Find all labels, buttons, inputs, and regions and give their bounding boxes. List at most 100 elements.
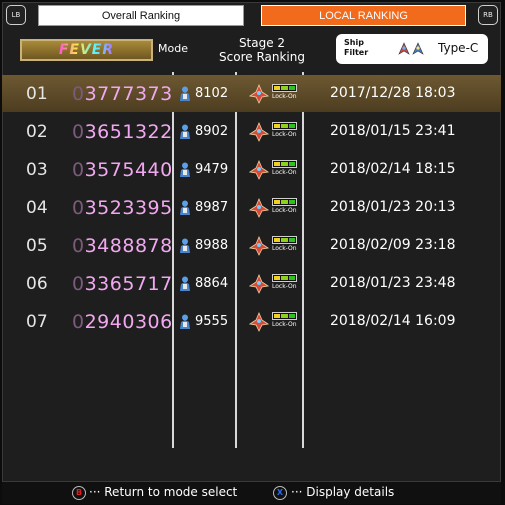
footer-hints: B ··· Return to mode select X ··· Displa… [2, 481, 501, 504]
score-leading-zero: 0 [72, 83, 85, 105]
ranking-row[interactable]: 06 03365717 8864 Lock-On 2018/01/23 23:4… [2, 265, 501, 302]
score-value: 03523395 [72, 197, 173, 219]
stage-line: Stage 2 [238, 36, 286, 50]
ship-filter-value: Type-C [438, 41, 479, 55]
record-date: 2018/02/14 16:09 [330, 313, 456, 329]
score-digits: 3575440 [84, 159, 173, 181]
score-leading-zero: 0 [72, 235, 85, 257]
rank-number: 04 [26, 198, 48, 218]
pilot-icon [180, 200, 190, 215]
record-date: 2018/01/23 20:13 [330, 199, 456, 215]
lockon-gauge [272, 198, 297, 206]
score-ranking-line: Score Ranking [219, 50, 305, 64]
lockon-label: Lock-On [272, 93, 297, 100]
score-value: 03575440 [72, 159, 173, 181]
mode-label: Mode [158, 42, 188, 55]
tab-overall-ranking[interactable]: Overall Ranking [38, 5, 244, 26]
lb-button[interactable]: LB [6, 5, 26, 25]
lockon-gauge [272, 274, 297, 282]
lockon-gauge [272, 236, 297, 244]
lockon-indicator: Lock-On [272, 160, 299, 180]
lockon-gauge [272, 160, 297, 168]
rb-button[interactable]: RB [478, 5, 498, 25]
score-leading-zero: 0 [72, 159, 85, 181]
ship-filter-icons [398, 42, 424, 55]
score-digits: 3777373 [84, 83, 173, 105]
pilot-number: 8864 [195, 276, 229, 291]
pilot-icon [180, 86, 190, 101]
pilot-icon [180, 276, 190, 291]
x-button-icon[interactable]: X [273, 486, 287, 500]
lockon-indicator: Lock-On [272, 312, 299, 332]
return-hint: ··· Return to mode select [89, 485, 238, 499]
ship-icon [249, 122, 269, 142]
ranking-list: 01 03777373 8102 Lock-On 2017/12/28 18:0… [2, 72, 501, 448]
score-digits: 3651322 [84, 121, 173, 143]
ship-icon [249, 312, 269, 332]
score-value: 02940306 [72, 311, 173, 333]
score-digits: 3488878 [84, 235, 173, 257]
score-leading-zero: 0 [72, 121, 85, 143]
pilot-number: 9479 [195, 162, 229, 177]
ranking-row[interactable]: 03 03575440 9479 Lock-On 2018/02/14 18:1… [2, 151, 501, 188]
pilot-icon [180, 238, 190, 253]
tab-local-ranking[interactable]: LOCAL RANKING [261, 5, 466, 26]
score-value: 03777373 [72, 83, 173, 105]
ship-icon [249, 84, 269, 104]
lockon-label: Lock-On [272, 207, 297, 214]
stage-title: Stage 2 Score Ranking [207, 36, 317, 64]
record-date: 2017/12/28 18:03 [330, 85, 456, 101]
record-date: 2018/01/15 23:41 [330, 123, 456, 139]
record-date: 2018/02/14 18:15 [330, 161, 456, 177]
rank-number: 07 [26, 312, 48, 332]
lockon-gauge [272, 84, 297, 92]
lockon-gauge [272, 122, 297, 130]
filter-label-line2: Filter [344, 48, 369, 57]
ranking-row[interactable]: 04 03523395 8987 Lock-On 2018/01/23 20:1… [2, 189, 501, 226]
lockon-label: Lock-On [272, 245, 297, 252]
pilot-number: 8987 [195, 200, 229, 215]
fever-badge-text: FEVER [58, 42, 115, 58]
pilot-number: 9555 [195, 314, 229, 329]
score-value: 03651322 [72, 121, 173, 143]
score-leading-zero: 0 [72, 273, 85, 295]
ship-icon [249, 160, 269, 180]
ranking-row[interactable]: 07 02940306 9555 Lock-On 2018/02/14 16:0… [2, 303, 501, 340]
pilot-number: 8988 [195, 238, 229, 253]
pilot-icon [180, 314, 190, 329]
ship-filter-label: Ship Filter [344, 38, 384, 58]
score-leading-zero: 0 [72, 197, 85, 219]
ship-filter[interactable]: Ship Filter Type-C [336, 34, 488, 64]
lockon-label: Lock-On [272, 131, 297, 138]
rank-number: 02 [26, 122, 48, 142]
lockon-indicator: Lock-On [272, 122, 299, 142]
pilot-number: 8102 [195, 86, 229, 101]
b-button-icon[interactable]: B [72, 486, 86, 500]
score-value: 03365717 [72, 273, 173, 295]
ranking-row[interactable]: 02 03651322 8902 Lock-On 2018/01/15 23:4… [2, 113, 501, 150]
details-hint: ··· Display details [291, 485, 395, 499]
score-value: 03488878 [72, 235, 173, 257]
rank-number: 01 [26, 84, 48, 104]
lockon-label: Lock-On [272, 169, 297, 176]
rank-number: 03 [26, 160, 48, 180]
score-digits: 3365717 [84, 273, 173, 295]
rank-number: 06 [26, 274, 48, 294]
record-date: 2018/01/23 23:48 [330, 275, 456, 291]
fever-mode-badge: FEVER [20, 39, 153, 61]
pilot-number: 8902 [195, 124, 229, 139]
ranking-row[interactable]: 05 03488878 8988 Lock-On 2018/02/09 23:1… [2, 227, 501, 264]
pilot-icon [180, 162, 190, 177]
lockon-indicator: Lock-On [272, 274, 299, 294]
ship-icon [249, 198, 269, 218]
pilot-icon [180, 124, 190, 139]
lockon-label: Lock-On [272, 283, 297, 290]
lockon-indicator: Lock-On [272, 236, 299, 256]
score-digits: 3523395 [84, 197, 173, 219]
score-leading-zero: 0 [72, 311, 85, 333]
lockon-indicator: Lock-On [272, 84, 299, 104]
ship-icon [249, 236, 269, 256]
lockon-indicator: Lock-On [272, 198, 299, 218]
score-digits: 2940306 [84, 311, 173, 333]
ranking-row[interactable]: 01 03777373 8102 Lock-On 2017/12/28 18:0… [2, 75, 501, 112]
